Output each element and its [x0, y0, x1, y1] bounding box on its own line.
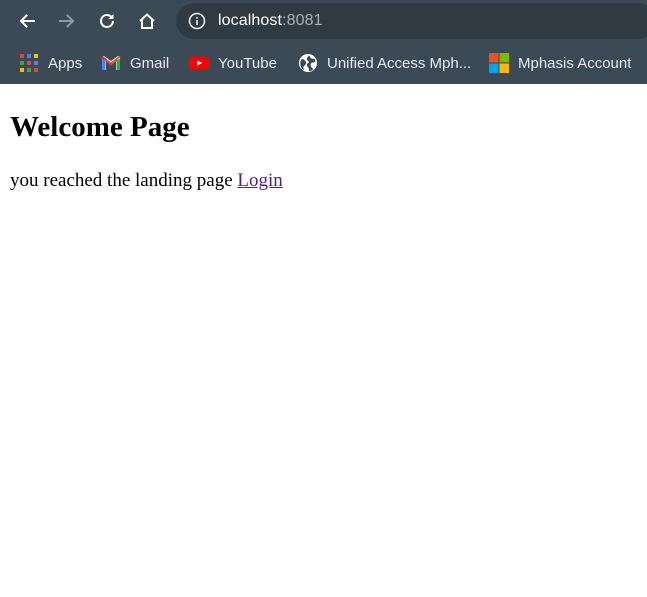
reload-button[interactable]	[93, 7, 121, 35]
site-info-icon[interactable]	[188, 12, 206, 30]
landing-text: you reached the landing page	[10, 170, 233, 191]
url-host: localhost	[218, 12, 283, 29]
bookmark-label: Mphasis Account	[518, 54, 632, 72]
browser-chrome: localhost:8081 Apps Gmail YouTube Unifie…	[0, 0, 647, 84]
url-port: :8081	[282, 12, 323, 29]
back-button[interactable]	[13, 7, 41, 35]
page-title: Welcome Page	[10, 111, 190, 143]
home-button[interactable]	[133, 7, 161, 35]
login-link[interactable]: Login	[237, 170, 282, 191]
home-icon	[139, 13, 155, 29]
back-arrow-icon	[19, 14, 35, 28]
bookmark-label: Unified Access Mph...	[327, 54, 472, 72]
reload-icon	[100, 14, 114, 28]
page-content: Welcome Page you reached the landing pag…	[0, 110, 647, 193]
landing-text-paragraph: you reached the landing page Login	[10, 169, 637, 193]
browser-toolbar: localhost:8081	[0, 0, 647, 42]
bookmark-youtube[interactable]: YouTube	[189, 50, 277, 76]
address-bar[interactable]: localhost:8081	[176, 3, 647, 39]
microsoft-icon	[489, 53, 509, 73]
bookmark-label: Gmail	[130, 54, 170, 72]
bookmark-mphasis-account[interactable]: Mphasis Account	[489, 50, 631, 76]
bookmark-gmail[interactable]: Gmail	[101, 50, 169, 76]
bookmark-apps[interactable]: Apps	[19, 50, 82, 76]
forward-button[interactable]	[53, 7, 81, 35]
bookmark-label: Apps	[48, 54, 83, 72]
bookmarks-bar: Apps Gmail YouTube Unified Access Mph...…	[0, 42, 647, 84]
bookmark-label: YouTube	[218, 54, 277, 72]
url-text: localhost:8081	[218, 12, 323, 30]
bookmark-unified-access[interactable]: Unified Access Mph...	[298, 50, 471, 76]
forward-arrow-icon	[59, 14, 75, 28]
youtube-icon	[189, 53, 209, 73]
globe-icon	[298, 53, 318, 73]
apps-grid-icon	[19, 53, 39, 73]
gmail-icon	[101, 53, 121, 73]
